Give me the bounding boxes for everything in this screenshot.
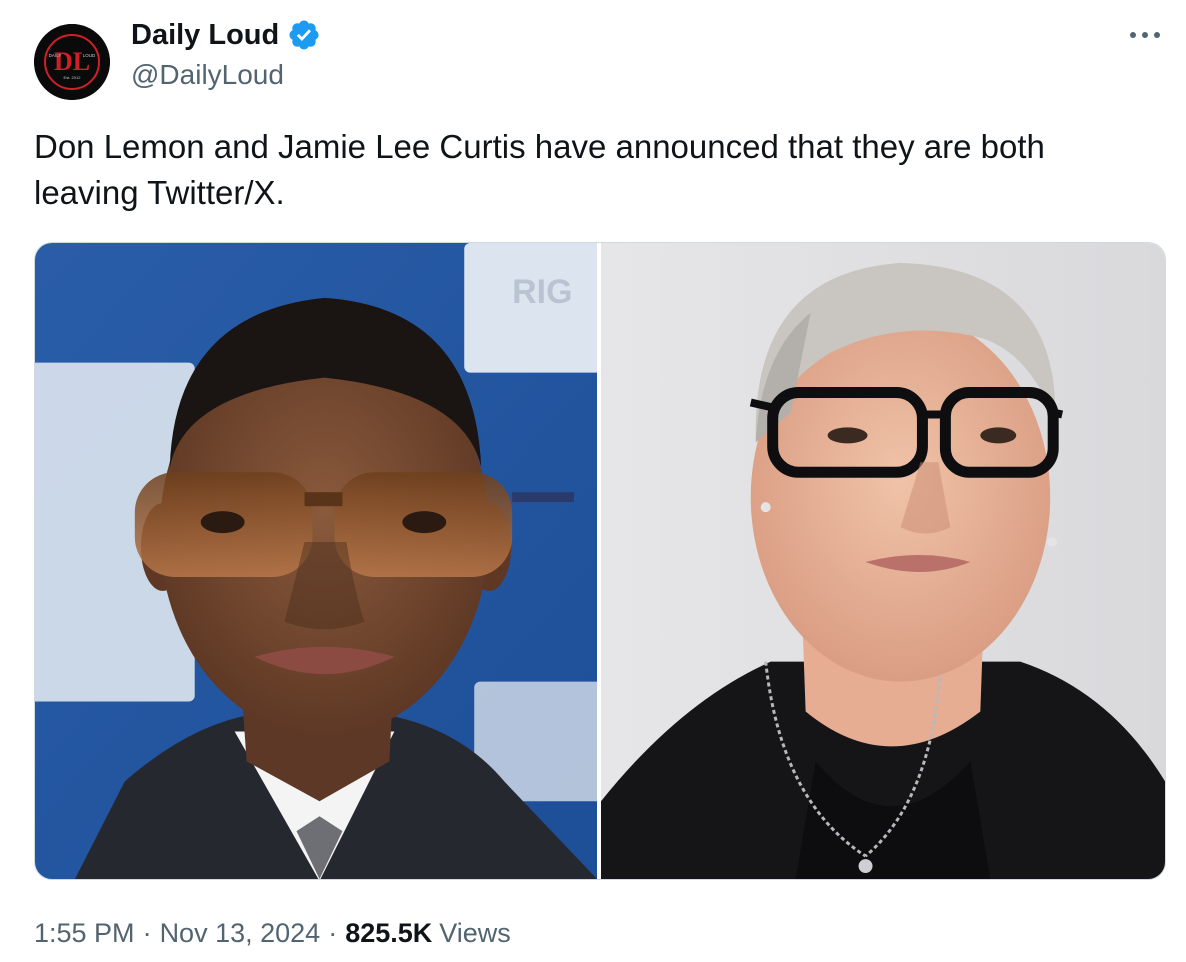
meta-separator: ·	[142, 918, 152, 948]
portrait-man-image: RIG	[35, 243, 597, 879]
left-photo[interactable]: RIG	[35, 243, 597, 879]
tweet-date[interactable]: Nov 13, 2024	[160, 915, 321, 951]
svg-text:Est. 2012: Est. 2012	[64, 75, 82, 80]
author-handle[interactable]: @DailyLoud	[131, 57, 284, 93]
media-grid: RIG	[34, 242, 1166, 880]
daily-loud-logo-icon: DL DAILY LOUD Est. 2012	[34, 24, 110, 100]
tweet-meta: 1:55 PM · Nov 13, 2024 · 825.5K Views	[34, 915, 511, 951]
author-display-name[interactable]: Daily Loud	[131, 16, 279, 54]
more-options-button[interactable]	[1122, 20, 1168, 50]
svg-text:DAILY: DAILY	[49, 53, 62, 58]
avatar[interactable]: DL DAILY LOUD Est. 2012	[34, 24, 110, 100]
tweet-card: DL DAILY LOUD Est. 2012 Daily Loud @Dail…	[0, 0, 1186, 962]
author-name-row: Daily Loud	[131, 16, 321, 54]
meta-separator: ·	[328, 918, 338, 948]
portrait-woman-image	[601, 243, 1165, 879]
ellipsis-icon	[1130, 32, 1160, 38]
svg-text:RIG: RIG	[512, 273, 572, 311]
verified-badge-icon[interactable]	[287, 18, 321, 52]
svg-text:DL: DL	[54, 47, 90, 76]
views-label[interactable]: Views	[439, 915, 511, 951]
tweet-text: Don Lemon and Jamie Lee Curtis have anno…	[34, 128, 1045, 211]
views-count[interactable]: 825.5K	[345, 915, 432, 951]
tweet-time[interactable]: 1:55 PM	[34, 915, 135, 951]
right-photo[interactable]	[601, 243, 1165, 879]
svg-text:LOUD: LOUD	[83, 53, 96, 58]
